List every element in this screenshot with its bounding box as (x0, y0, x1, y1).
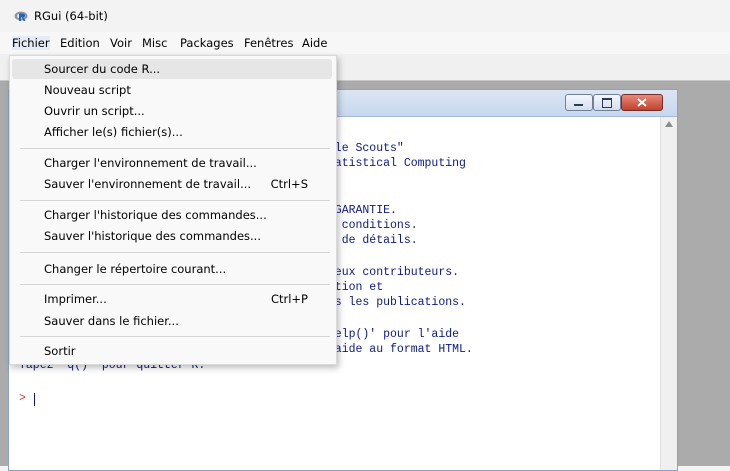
menu-separator (20, 336, 330, 337)
menu-item-label: Sauver l'historique des commandes... (44, 229, 261, 243)
menu-item-sauver-fichier[interactable]: Sauver dans le fichier... (12, 311, 332, 331)
close-button[interactable] (621, 94, 663, 111)
minimize-icon (574, 104, 583, 106)
menu-bar: Fichier Edition Voir Misc Packages Fenêt… (0, 32, 730, 54)
menu-voir[interactable]: Voir (110, 36, 132, 50)
menu-aide[interactable]: Aide (302, 36, 327, 50)
menu-separator (20, 148, 330, 149)
menu-edition[interactable]: Edition (60, 36, 100, 50)
menu-item-label: Afficher le(s) fichier(s)... (44, 125, 183, 139)
menu-item-sourcer[interactable]: Sourcer du code R... (12, 59, 332, 79)
menu-item-label: Charger l'historique des commandes... (44, 208, 267, 222)
app-titlebar: RGui (64-bit) (0, 0, 730, 32)
menu-item-label: Nouveau script (44, 83, 131, 97)
menu-packages[interactable]: Packages (180, 36, 234, 50)
menu-item-afficher-fichiers[interactable]: Afficher le(s) fichier(s)... (12, 122, 332, 142)
file-menu-dropdown: Sourcer du code R... Nouveau script Ouvr… (9, 55, 337, 365)
menu-item-sauver-historique[interactable]: Sauver l'historique des commandes... (12, 226, 332, 246)
console-scrollbar[interactable] (660, 117, 677, 470)
menu-item-sauver-environnement[interactable]: Sauver l'environnement de travail... Ctr… (12, 174, 332, 194)
console-line: breux contributeurs. (321, 266, 460, 279)
scroll-up-arrow-icon[interactable] (665, 121, 673, 127)
close-icon (637, 98, 647, 107)
menu-fichier[interactable]: Fichier (12, 36, 50, 50)
menu-item-label: Charger l'environnement de travail... (44, 156, 257, 170)
console-line: ans les publications. (321, 296, 466, 309)
menu-item-label: Changer le répertoire courant... (44, 262, 227, 276)
menu-item-nouveau-script[interactable]: Nouveau script (12, 80, 332, 100)
text-cursor (34, 393, 35, 406)
menu-item-charger-historique[interactable]: Charger l'historique des commandes... (12, 205, 332, 225)
menu-item-charger-environnement[interactable]: Charger l'environnement de travail... (12, 153, 332, 173)
minimize-button[interactable] (565, 94, 593, 111)
menu-item-ouvrir-script[interactable]: Ouvrir un script... (12, 101, 332, 121)
menu-item-shortcut: Ctrl+P (270, 292, 308, 306)
menu-item-imprimer[interactable]: Imprimer... Ctrl+P (12, 289, 332, 309)
menu-item-sortir[interactable]: Sortir (12, 341, 332, 361)
menu-fenetres[interactable]: Fenêtres (244, 36, 293, 50)
maximize-icon (602, 98, 612, 108)
console-line: l'aide au format HTML. (321, 343, 473, 356)
menu-item-label: Sourcer du code R... (44, 62, 161, 76)
maximize-button[interactable] (593, 94, 621, 111)
menu-separator (20, 284, 330, 285)
menu-item-label: Sortir (44, 344, 76, 358)
menu-separator (20, 252, 330, 253)
menu-item-label: Sauver dans le fichier... (44, 314, 179, 328)
console-line: 'help()' pour l'aide (321, 328, 460, 341)
menu-item-label: Ouvrir un script... (44, 104, 145, 118)
menu-item-label: Sauver l'environnement de travail... (44, 177, 252, 191)
menu-item-label: Imprimer... (44, 292, 107, 306)
menu-separator (20, 200, 330, 201)
r-logo-icon (14, 11, 28, 21)
console-prompt: > (19, 392, 26, 405)
app-title: RGui (64-bit) (34, 9, 108, 23)
menu-item-shortcut: Ctrl+S (270, 177, 308, 191)
menu-item-changer-repertoire[interactable]: Changer le répertoire courant... (12, 259, 332, 279)
console-line: Statistical Computing (321, 157, 466, 170)
menu-misc[interactable]: Misc (142, 36, 167, 50)
